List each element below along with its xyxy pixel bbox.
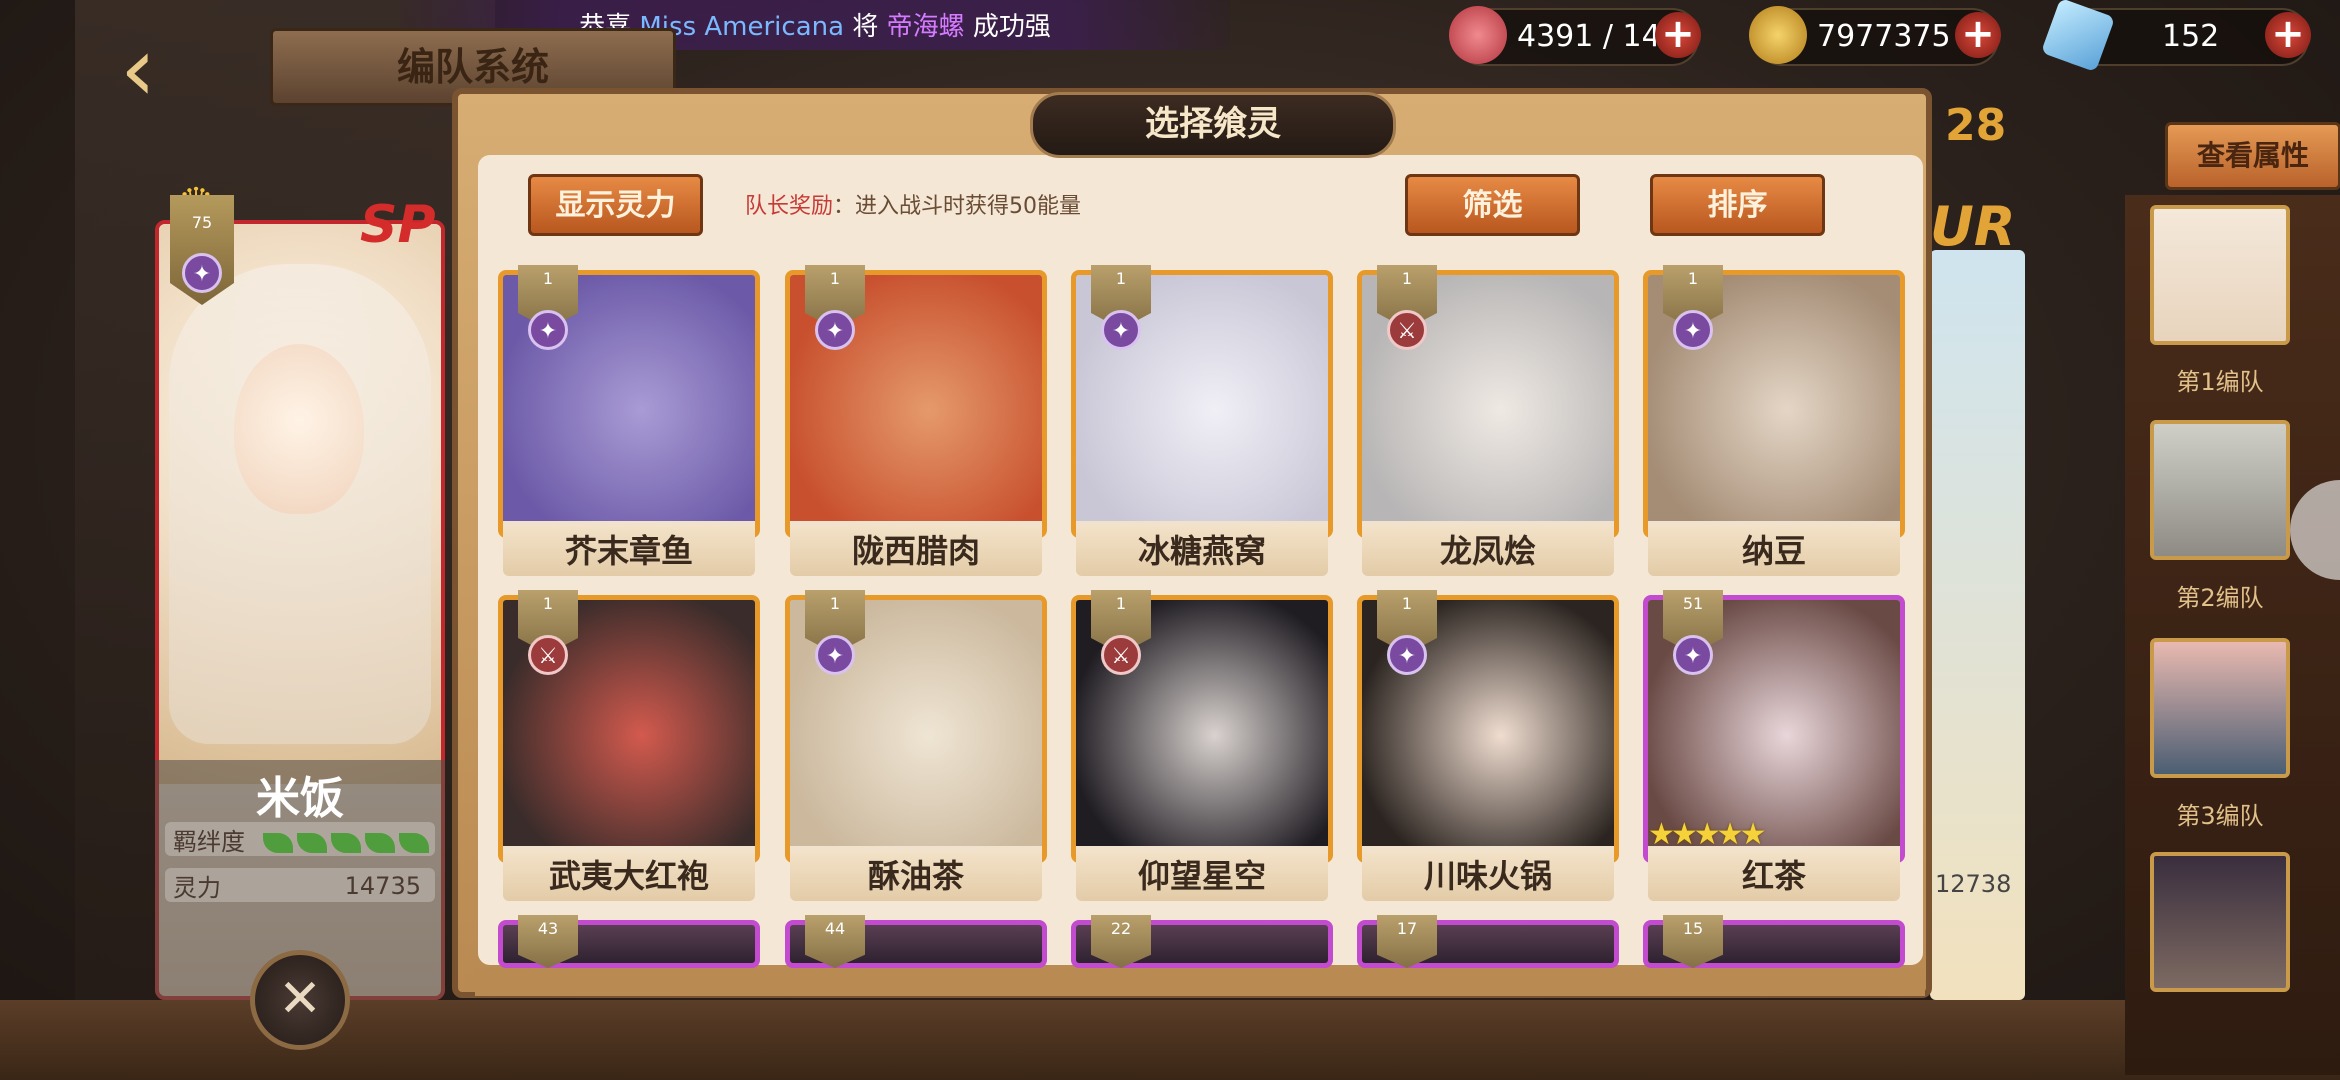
character-level: 1	[1115, 594, 1127, 613]
team-label-1: 第1编队	[2176, 368, 2264, 396]
bond-row: 羁绊度	[165, 822, 435, 856]
character-level: 17	[1396, 919, 1418, 938]
star-element-icon: ✦	[1673, 635, 1713, 675]
show-power-button[interactable]: 显示灵力	[528, 174, 703, 236]
character-name: 酥油茶	[790, 851, 1042, 901]
power-label: 灵力	[173, 874, 221, 902]
team-slot-4[interactable]	[2150, 852, 2290, 992]
star-element-icon: ✦	[1673, 310, 1713, 350]
character-level: 44	[824, 919, 846, 938]
star-element-icon: ✦	[1101, 310, 1141, 350]
gold-value: 7977375	[1817, 19, 1951, 54]
banner-middle: 将	[852, 12, 879, 42]
team-slot-3[interactable]	[2150, 638, 2290, 778]
leader-reward-label: 队长奖励	[745, 194, 834, 219]
leaf-icon	[364, 833, 395, 853]
character-name: 川味火锅	[1362, 851, 1614, 901]
dialog-title: 选择飨灵	[1030, 92, 1396, 158]
banner-suffix: 成功强	[972, 12, 1051, 42]
character-level: 1	[542, 269, 554, 288]
character-level: 1	[1401, 594, 1413, 613]
star-element-icon: ✦	[815, 635, 855, 675]
team-slot-1[interactable]	[2150, 205, 2290, 345]
star-element-icon: ✦	[815, 310, 855, 350]
team-label-2: 第2编队	[2176, 584, 2264, 612]
stamina-counter: 4391 / 141 +	[1449, 6, 1701, 66]
dialog-bottom-edge	[475, 968, 1925, 996]
banner-item: 帝海螺	[886, 12, 965, 42]
character-level: 1	[829, 269, 841, 288]
character-name: 武夷大红袍	[503, 851, 755, 901]
character-level: 1	[1115, 269, 1127, 288]
leader-name: 米饭	[256, 773, 344, 824]
team-label-3: 第3编队	[2176, 802, 2264, 830]
leaf-icon	[296, 833, 327, 853]
leader-portrait-face	[234, 344, 364, 514]
star-element-icon: ✦	[1387, 635, 1427, 675]
rarity-stars-icon: ★★★★★	[1648, 817, 1767, 852]
heart-icon	[1449, 6, 1507, 64]
leaf-icon	[398, 833, 429, 853]
back-button[interactable]: ‹	[120, 25, 240, 115]
leaf-icon	[330, 833, 361, 853]
character-level: 15	[1682, 919, 1704, 938]
power-row: 灵力 14735	[165, 868, 435, 902]
sort-button[interactable]: 排序	[1650, 174, 1825, 236]
leader-level: 75	[191, 213, 213, 232]
character-level: 1	[829, 594, 841, 613]
character-level: 22	[1110, 919, 1132, 938]
member-power: 12738	[1935, 870, 2012, 898]
character-level: 43	[537, 919, 559, 938]
character-name: 红茶	[1648, 851, 1900, 901]
bottom-frame	[0, 1000, 2340, 1080]
add-gold-button[interactable]: +	[1955, 12, 2001, 58]
star-element-icon: ✦	[182, 253, 222, 293]
character-level: 1	[1401, 269, 1413, 288]
view-attributes-button[interactable]: 查看属性	[2165, 122, 2340, 190]
character-name: 纳豆	[1648, 526, 1900, 576]
crystal-counter: 152 +	[2040, 0, 2311, 73]
character-name: 冰糖燕窝	[1076, 526, 1328, 576]
crystal-value: 152	[2162, 19, 2220, 54]
leader-reward-text: ：进入战斗时获得50能量	[833, 194, 1082, 219]
back-arrow-icon: ‹	[120, 17, 156, 122]
star-element-icon: ✦	[528, 310, 568, 350]
team-slot-2[interactable]	[2150, 420, 2290, 560]
leaf-icon	[262, 833, 293, 853]
character-name: 陇西腊肉	[790, 526, 1042, 576]
character-level: 51	[1682, 594, 1704, 613]
character-level: 1	[1687, 269, 1699, 288]
power-value: 14735	[344, 872, 421, 900]
character-level: 1	[542, 594, 554, 613]
add-stamina-button[interactable]: +	[1655, 12, 1701, 58]
character-name: 龙凤烩	[1362, 526, 1614, 576]
sword-element-icon: ⚔	[528, 635, 568, 675]
add-crystal-button[interactable]: +	[2265, 12, 2311, 58]
sword-element-icon: ⚔	[1101, 635, 1141, 675]
sword-element-icon: ⚔	[1387, 310, 1427, 350]
character-name: 芥末章鱼	[503, 526, 755, 576]
gold-counter: 7977375 +	[1749, 6, 2001, 66]
team-power-number: 28	[1945, 100, 2007, 151]
coin-icon	[1749, 6, 1807, 64]
ur-badge: UR	[1930, 195, 2016, 258]
fork-knife-icon[interactable]: ✕	[250, 950, 350, 1050]
leader-level-banner: 75 ✦	[170, 195, 234, 305]
leader-reward: 队长奖励：进入战斗时获得50能量	[745, 188, 1081, 220]
filter-button[interactable]: 筛选	[1405, 174, 1580, 236]
character-name: 仰望星空	[1076, 851, 1328, 901]
bond-label: 羁绊度	[173, 828, 245, 856]
sp-badge: SP	[360, 195, 436, 255]
